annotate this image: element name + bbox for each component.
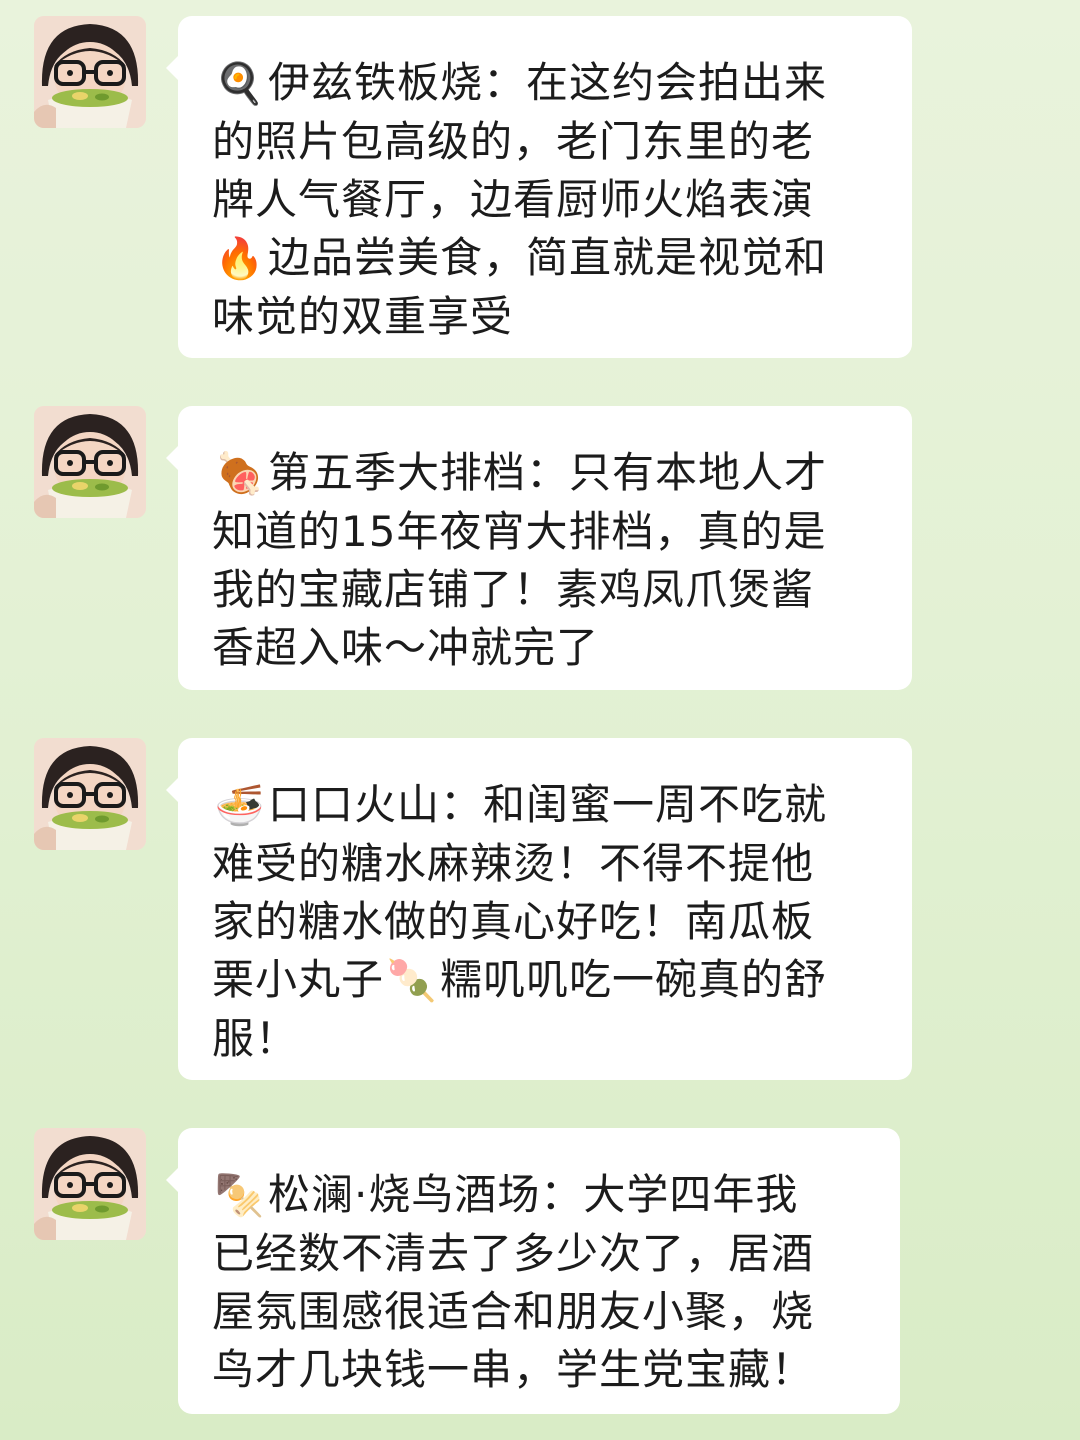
message-line: 已经数不清去了多少次了，居酒 <box>212 1229 815 1278</box>
message-line: 🍖第五季大排档：只有本地人才 <box>212 444 876 503</box>
frying-pan-emoji-icon: 🍳 <box>214 61 266 107</box>
message-line: 味觉的双重享受 <box>212 292 514 341</box>
message-line: 知道的15年夜宵大排档，真的是 <box>212 507 827 556</box>
message-line: 香超入味～冲就完了 <box>212 623 600 672</box>
avatar-icon <box>34 16 146 128</box>
message-line: 🍢松澜·烧鸟酒场：大学四年我 <box>212 1166 864 1225</box>
avatar-icon <box>34 738 146 850</box>
message-line: 鸟才几块钱一串，学生党宝藏！ <box>212 1345 815 1394</box>
fire-emoji-icon: 🔥 <box>214 236 266 282</box>
avatar[interactable] <box>34 16 146 128</box>
message-line: 栗小丸子🍡糯叽叽吃一碗真的舒 <box>212 951 876 1010</box>
avatar[interactable] <box>34 406 146 518</box>
avatar-icon <box>34 1128 146 1240</box>
message-line: 🍜口口火山：和闺蜜一周不吃就 <box>212 776 876 835</box>
meat-on-bone-emoji-icon: 🍖 <box>214 451 266 497</box>
message-line: 家的糖水做的真心好吃！南瓜板 <box>212 897 815 946</box>
avatar[interactable] <box>34 738 146 850</box>
message-bubble[interactable]: 🍢松澜·烧鸟酒场：大学四年我 已经数不清去了多少次了，居酒 屋氛围感很适合和朋友… <box>166 1128 900 1414</box>
message-line: 的照片包高级的，老门东里的老 <box>212 117 815 166</box>
oden-skewer-emoji-icon: 🍢 <box>214 1173 266 1219</box>
message-bubble[interactable]: 🍳伊兹铁板烧：在这约会拍出来 的照片包高级的，老门东里的老 牌人气餐厅，边看厨师… <box>166 16 912 358</box>
dango-emoji-icon: 🍡 <box>386 958 438 1004</box>
message-line: 服！ <box>212 1014 299 1063</box>
message-bubble[interactable]: 🍖第五季大排档：只有本地人才 知道的15年夜宵大排档，真的是 我的宝藏店铺了！素… <box>166 406 912 690</box>
noodle-bowl-emoji-icon: 🍜 <box>214 783 266 829</box>
avatar-icon <box>34 406 146 518</box>
message-line: 难受的糖水麻辣烫！不得不提他 <box>212 839 815 888</box>
message-bubble[interactable]: 🍜口口火山：和闺蜜一周不吃就 难受的糖水麻辣烫！不得不提他 家的糖水做的真心好吃… <box>166 738 912 1080</box>
message-line: 🔥边品尝美食，简直就是视觉和 <box>212 229 876 288</box>
message-line: 牌人气餐厅，边看厨师火焰表演 <box>212 175 815 224</box>
message-line: 我的宝藏店铺了！素鸡凤爪煲酱 <box>212 565 815 614</box>
message-line: 屋氛围感很适合和朋友小聚，烧 <box>212 1287 815 1336</box>
avatar[interactable] <box>34 1128 146 1240</box>
message-line: 🍳伊兹铁板烧：在这约会拍出来 <box>212 54 876 113</box>
